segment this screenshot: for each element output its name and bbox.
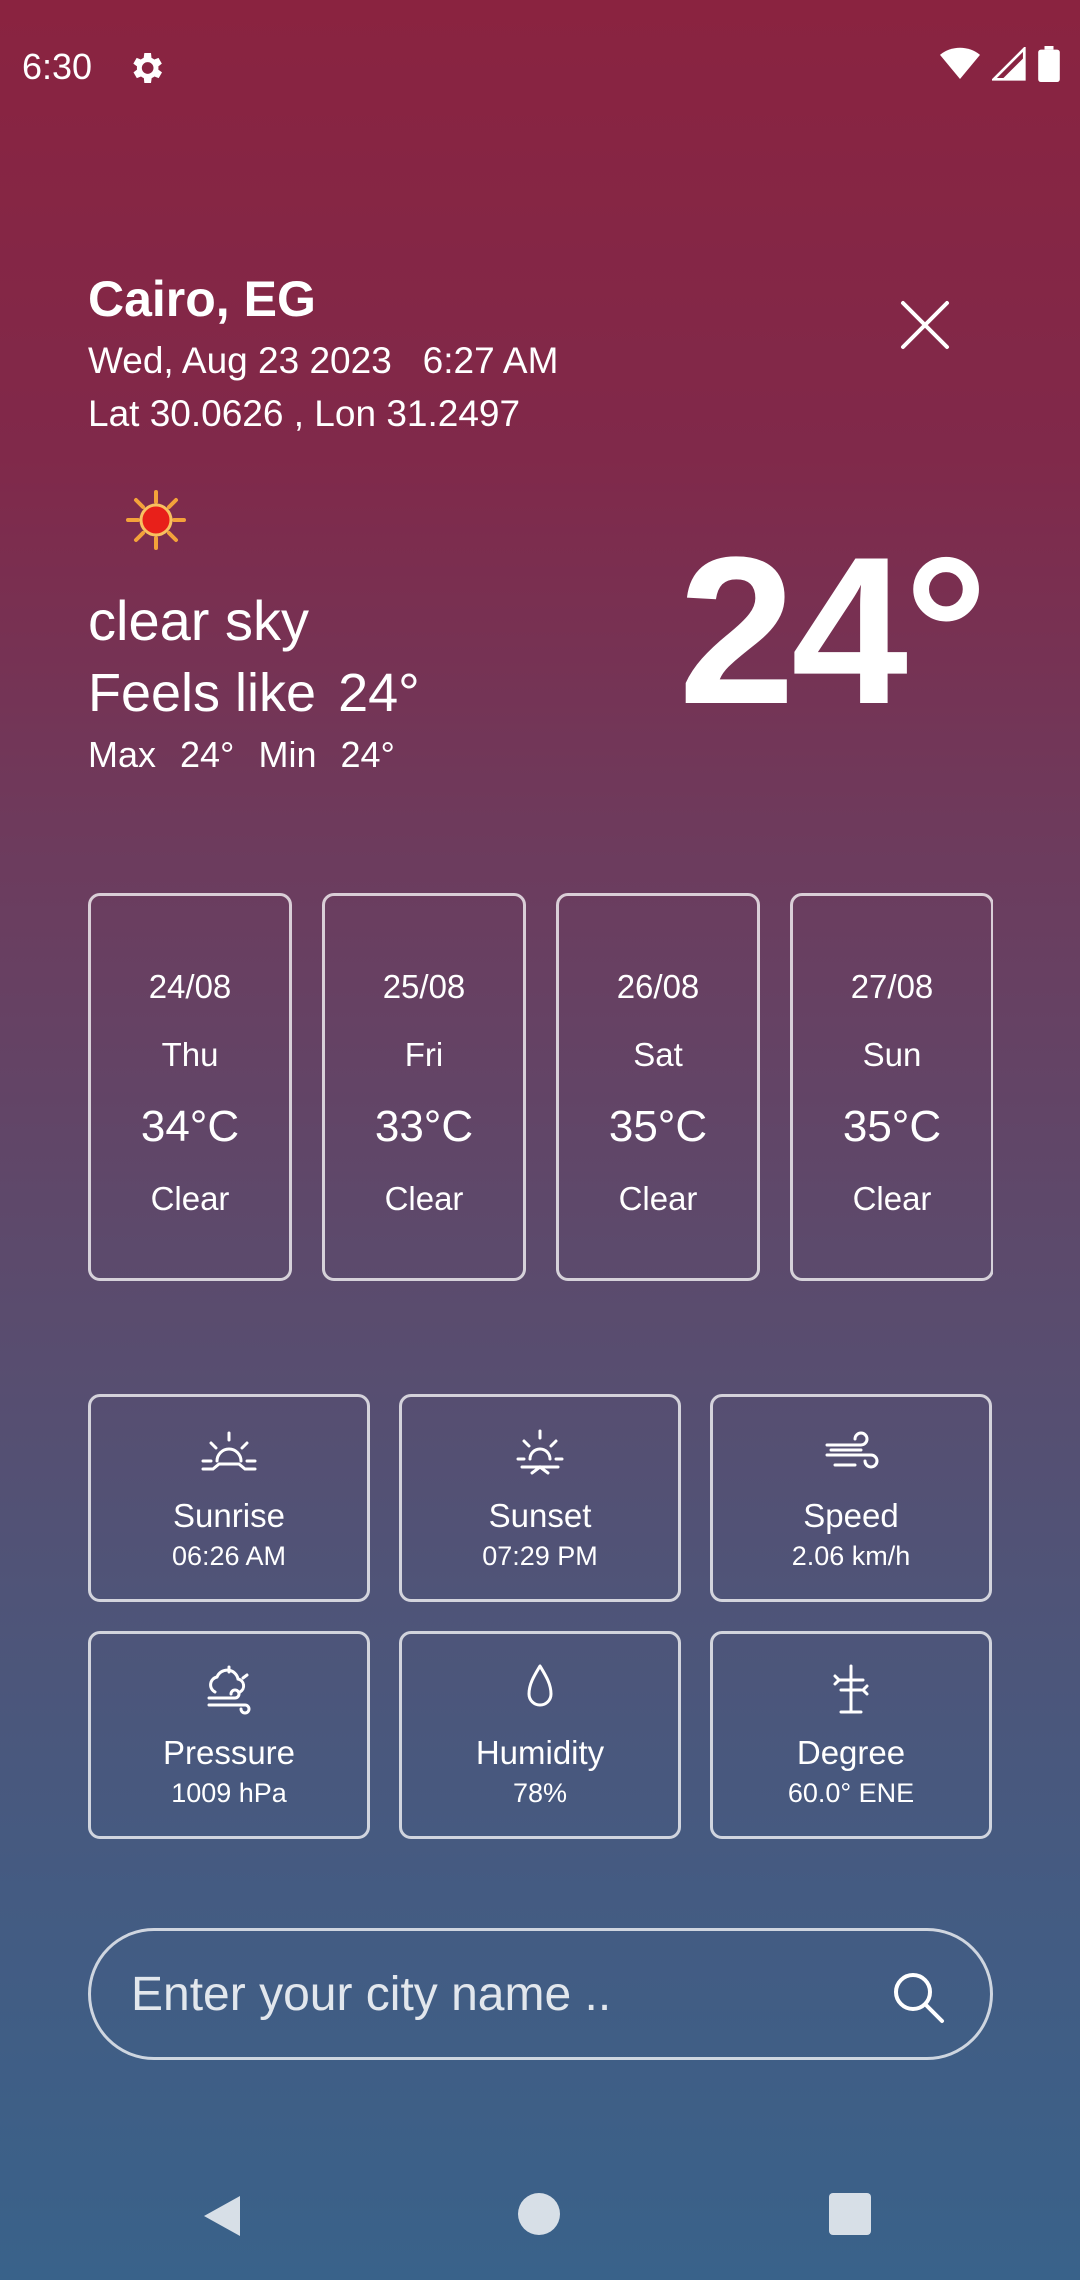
wind-direction-icon: [833, 1664, 869, 1714]
date-time: Wed, Aug 23 2023 6:27 AM: [88, 340, 558, 382]
detail-label: Humidity: [475, 1734, 605, 1771]
forecast-card[interactable]: 26/08 Sat 35°C Clear: [556, 893, 760, 1281]
wind-icon: [825, 1431, 879, 1469]
forecast-card[interactable]: 24/08 Thu 34°C Clear: [88, 893, 292, 1281]
detail-card-degree: Degree 60.0° ENE: [710, 1631, 992, 1839]
time-text: 6:27 AM: [422, 340, 559, 381]
detail-card-pressure: Pressure 1009 hPa: [88, 1631, 370, 1839]
detail-card-speed: Speed 2.06 km/h: [710, 1394, 992, 1602]
forecast-temp: 33°C: [374, 1102, 474, 1151]
detail-card-sunset: Sunset 07:29 PM: [399, 1394, 681, 1602]
status-time: 6:30: [22, 46, 93, 87]
forecast-temp: 35°C: [608, 1102, 708, 1151]
forecast-list[interactable]: 24/08 Thu 34°C Clear 25/08 Fri 33°C Clea…: [88, 893, 993, 1281]
forecast-temp: 35°C: [842, 1102, 942, 1151]
navigation-bar: [0, 2165, 1080, 2280]
pressure-icon: [207, 1665, 251, 1715]
forecast-card[interactable]: 25/08 Fri 33°C Clear: [322, 893, 526, 1281]
settings-gear-icon: [133, 53, 162, 83]
search-icon[interactable]: [890, 1969, 946, 2025]
forecast-condition: Clear: [852, 1180, 932, 1217]
detail-value: 1009 hPa: [171, 1778, 287, 1808]
back-icon[interactable]: [200, 2192, 244, 2240]
city-search-input[interactable]: [131, 1931, 911, 2057]
home-button[interactable]: [518, 2193, 560, 2235]
wifi-icon: [940, 47, 980, 79]
forecast-temp: 34°C: [140, 1102, 240, 1151]
forecast-date: 24/08: [148, 968, 232, 1005]
detail-card-sunrise: Sunrise 06:26 AM: [88, 1394, 370, 1602]
feels-like-value: 24°: [338, 663, 420, 723]
city-search-bar: [88, 1928, 993, 2060]
date-text: Wed, Aug 23 2023: [88, 340, 392, 381]
min-label: Min: [258, 734, 317, 775]
forecast-condition: Clear: [384, 1180, 464, 1217]
sunset-icon: [516, 1429, 564, 1475]
max-label: Max: [88, 734, 157, 775]
detail-label: Sunset: [488, 1497, 592, 1534]
status-bar: 6:30: [0, 0, 1080, 135]
detail-value: 60.0° ENE: [787, 1778, 915, 1808]
detail-value: 78%: [512, 1778, 568, 1808]
forecast-day: Thu: [161, 1036, 219, 1073]
forecast-day: Sat: [633, 1036, 683, 1073]
detail-label: Sunrise: [173, 1497, 285, 1534]
detail-label: Degree: [796, 1734, 906, 1771]
feels-like: Feels like 24°: [88, 662, 442, 724]
detail-value: 06:26 AM: [171, 1541, 287, 1571]
clear-sky-sun-icon: [126, 490, 186, 550]
forecast-day: Sun: [862, 1036, 922, 1073]
humidity-icon: [527, 1664, 553, 1707]
forecast-condition: Clear: [150, 1180, 230, 1217]
max-min-temps: Max 24° Min 24°: [88, 734, 419, 776]
signal-icon: [992, 47, 1026, 81]
forecast-day: Fri: [404, 1036, 444, 1073]
close-icon[interactable]: [895, 295, 955, 355]
detail-label: Pressure: [162, 1734, 296, 1771]
feels-like-label: Feels like: [88, 663, 317, 723]
forecast-date: 25/08: [382, 968, 466, 1005]
forecast-condition: Clear: [618, 1180, 698, 1217]
city-name: Cairo, EG: [88, 271, 316, 327]
forecast-card[interactable]: 27/08 Sun 35°C Clear: [790, 893, 993, 1281]
min-value: 24°: [340, 734, 395, 775]
recents-button[interactable]: [829, 2193, 871, 2235]
sunrise-icon: [201, 1431, 257, 1471]
coordinates: Lat 30.0626 , Lon 31.2497: [88, 393, 521, 434]
detail-label: Speed: [803, 1497, 899, 1534]
forecast-date: 26/08: [616, 968, 700, 1005]
detail-value: 07:29 PM: [482, 1541, 598, 1571]
detail-card-humidity: Humidity 78%: [399, 1631, 681, 1839]
battery-icon: [1038, 46, 1060, 82]
detail-value: 2.06 km/h: [791, 1541, 911, 1571]
max-value: 24°: [180, 734, 235, 775]
weather-description: clear sky: [88, 589, 309, 652]
current-temperature: 24°: [678, 513, 988, 748]
forecast-date: 27/08: [850, 968, 934, 1005]
weather-details-grid: Sunrise 06:26 AM Sunset 07:29 PM Speed 2…: [88, 1394, 993, 1839]
